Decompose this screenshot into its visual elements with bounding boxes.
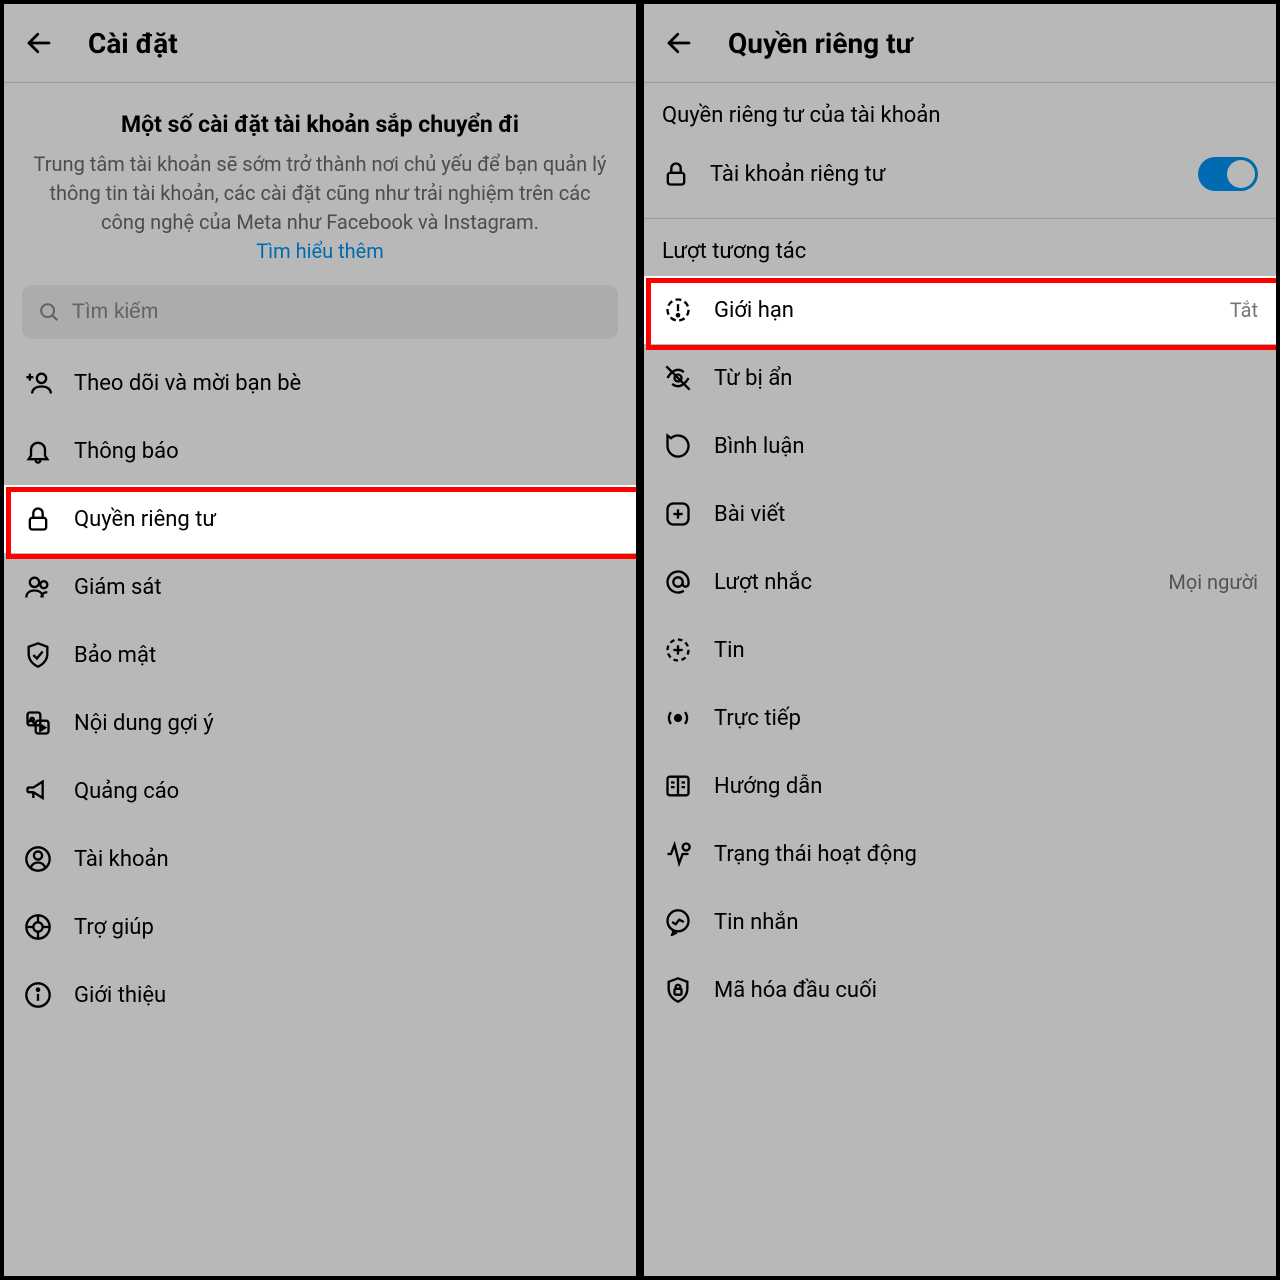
hidden-icon	[662, 362, 694, 394]
left-panel: Cài đặt Một số cài đặt tài khoản sắp chu…	[0, 0, 640, 1280]
right-menu-item-0[interactable]: Giới hạn Tắt	[644, 276, 1276, 344]
learn-more-link[interactable]: Tìm hiểu thêm	[256, 239, 384, 263]
story-icon	[662, 634, 694, 666]
right-header: Quyền riêng tư	[644, 4, 1276, 82]
lock-icon	[22, 503, 54, 535]
right-menu-item-4[interactable]: Lượt nhắc Mọi người	[644, 548, 1276, 616]
page-title: Cài đặt	[88, 27, 178, 60]
menu-item-label: Trạng thái hoạt động	[714, 842, 1258, 867]
encrypt-icon	[662, 974, 694, 1006]
menu-item-label: Bài viết	[714, 502, 1258, 527]
menu-item-label: Bình luận	[714, 434, 1258, 459]
menu-item-label: Từ bị ẩn	[714, 366, 1258, 391]
right-menu-item-9[interactable]: Tin nhắn	[644, 888, 1276, 956]
page-title: Quyền riêng tư	[728, 27, 913, 60]
menu-item-label: Tin	[714, 638, 1258, 663]
left-menu-item-1[interactable]: Thông báo	[4, 417, 636, 485]
menu-item-label: Quyền riêng tư	[74, 507, 618, 532]
post-icon	[662, 498, 694, 530]
back-icon[interactable]	[22, 26, 56, 60]
menu-item-label: Trợ giúp	[74, 915, 618, 940]
menu-item-label: Giới hạn	[714, 298, 1210, 323]
mention-icon	[662, 566, 694, 598]
comment-icon	[662, 430, 694, 462]
private-account-toggle[interactable]	[1198, 157, 1258, 191]
people-icon	[22, 571, 54, 603]
person-plus-icon	[22, 367, 54, 399]
private-account-row: Tài khoản riêng tư	[644, 140, 1276, 208]
menu-item-label: Trực tiếp	[714, 706, 1258, 731]
menu-item-label: Tin nhắn	[714, 910, 1258, 935]
lock-icon	[662, 160, 690, 188]
left-header: Cài đặt	[4, 4, 636, 82]
menu-item-label: Bảo mật	[74, 643, 618, 668]
right-menu-item-6[interactable]: Trực tiếp	[644, 684, 1276, 752]
search-input[interactable]	[72, 300, 602, 324]
menu-item-label: Theo dõi và mời bạn bè	[74, 371, 618, 396]
right-menu-item-3[interactable]: Bài viết	[644, 480, 1276, 548]
menu-item-label: Quảng cáo	[74, 779, 618, 804]
limits-icon	[662, 294, 694, 326]
left-menu-item-5[interactable]: Nội dung gợi ý	[4, 689, 636, 757]
info-title: Một số cài đặt tài khoản sắp chuyển đi	[26, 111, 614, 138]
left-menu-item-9[interactable]: Giới thiệu	[4, 961, 636, 1029]
bell-icon	[22, 435, 54, 467]
right-menu-item-5[interactable]: Tin	[644, 616, 1276, 684]
left-menu-item-6[interactable]: Quảng cáo	[4, 757, 636, 825]
activity-icon	[662, 838, 694, 870]
left-menu-item-2[interactable]: Quyền riêng tư	[4, 485, 636, 553]
shield-icon	[22, 639, 54, 671]
messages-icon	[662, 906, 694, 938]
menu-item-label: Tài khoản	[74, 847, 618, 872]
left-menu-item-7[interactable]: Tài khoản	[4, 825, 636, 893]
right-menu-item-1[interactable]: Từ bị ẩn	[644, 344, 1276, 412]
live-icon	[662, 702, 694, 734]
settings-menu: Theo dõi và mời bạn bè Thông báo Quyền riê…	[4, 349, 636, 1029]
info-block: Một số cài đặt tài khoản sắp chuyển đi T…	[4, 83, 636, 285]
menu-item-value: Tắt	[1230, 298, 1258, 322]
section-interactions: Lượt tương tác	[644, 219, 1276, 276]
menu-item-label: Lượt nhắc	[714, 570, 1148, 595]
menu-item-label: Nội dung gợi ý	[74, 711, 618, 736]
private-account-label: Tài khoản riêng tư	[710, 162, 1178, 187]
right-panel: Quyền riêng tư Quyền riêng tư của tài kh…	[640, 0, 1280, 1280]
right-menu-item-10[interactable]: Mã hóa đầu cuối	[644, 956, 1276, 1024]
guide-icon	[662, 770, 694, 802]
info-text: Trung tâm tài khoản sẽ sớm trở thành nơi…	[26, 150, 614, 237]
content-icon	[22, 707, 54, 739]
privacy-menu: Giới hạn Tắt Từ bị ẩn Bình luận Bài viết Lượt…	[644, 276, 1276, 1024]
menu-item-label: Giám sát	[74, 575, 618, 600]
menu-item-value: Mọi người	[1168, 570, 1258, 594]
back-icon[interactable]	[662, 26, 696, 60]
right-menu-item-7[interactable]: Hướng dẫn	[644, 752, 1276, 820]
megaphone-icon	[22, 775, 54, 807]
search-box[interactable]	[22, 285, 618, 339]
menu-item-label: Thông báo	[74, 439, 618, 464]
left-menu-item-3[interactable]: Giám sát	[4, 553, 636, 621]
left-menu-item-0[interactable]: Theo dõi và mời bạn bè	[4, 349, 636, 417]
left-menu-item-8[interactable]: Trợ giúp	[4, 893, 636, 961]
search-icon	[38, 301, 60, 323]
info-icon	[22, 979, 54, 1011]
help-icon	[22, 911, 54, 943]
account-icon	[22, 843, 54, 875]
menu-item-label: Hướng dẫn	[714, 774, 1258, 799]
section-account-privacy: Quyền riêng tư của tài khoản	[644, 83, 1276, 140]
right-menu-item-2[interactable]: Bình luận	[644, 412, 1276, 480]
menu-item-label: Mã hóa đầu cuối	[714, 978, 1258, 1003]
menu-item-label: Giới thiệu	[74, 983, 618, 1008]
right-menu-item-8[interactable]: Trạng thái hoạt động	[644, 820, 1276, 888]
left-menu-item-4[interactable]: Bảo mật	[4, 621, 636, 689]
